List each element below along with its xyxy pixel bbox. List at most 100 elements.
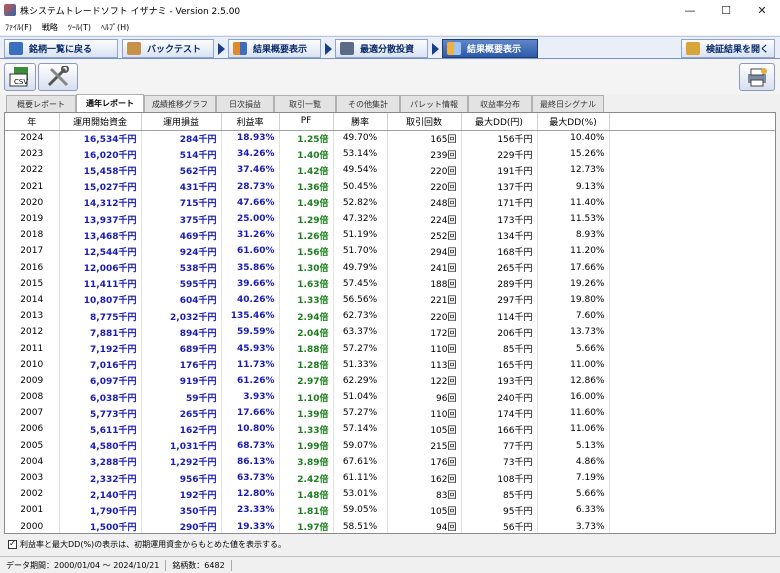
summary-button-2[interactable]: 結果概要表示	[442, 39, 538, 58]
table-row[interactable]: 2003 2,332千円 956千円 63.73% 2.42倍 61.11% 162回 108…	[5, 469, 775, 487]
table-cell: 220回	[387, 162, 462, 179]
table-row[interactable]: 2020 14,312千円 715千円 47.66% 1.49倍 52.82% 248回 17…	[5, 194, 775, 211]
table-row[interactable]: 2014 10,807千円 604千円 40.26% 1.33倍 56.56% 221回 29…	[5, 291, 775, 309]
table-row[interactable]: 2000 1,500千円 290千円 19.33% 1.97倍 58.51% 94回 56千円…	[5, 518, 775, 533]
table-cell	[609, 357, 775, 373]
table-row[interactable]: 2007 5,773千円 265千円 17.66% 1.39倍 57.27% 110回 174…	[5, 405, 775, 422]
tab-pallet-info[interactable]: パレット情報	[400, 95, 468, 112]
table-row[interactable]: 2005 4,580千円 1,031千円 68.73% 1.99倍 59.07% 215回 7…	[5, 437, 775, 454]
table-cell: 7.60%	[537, 308, 610, 325]
table-cell: 924千円	[141, 243, 222, 260]
table-cell: 2016	[5, 259, 60, 276]
table-cell: 113回	[387, 356, 462, 373]
summary-button-1[interactable]: 結果概要表示	[228, 39, 321, 58]
table-row[interactable]: 2021 15,027千円 431千円 28.73% 1.36倍 50.45% 220回 13…	[5, 178, 775, 195]
table-cell: 2008	[5, 389, 60, 406]
table-cell: 2004	[5, 453, 60, 470]
table-cell: 241回	[387, 259, 462, 276]
tab-other-stats[interactable]: その他集計	[336, 95, 400, 112]
table-row[interactable]: 2010 7,016千円 176千円 11.73% 1.28倍 51.33% 113回 165…	[5, 356, 775, 373]
table-row[interactable]: 2011 7,192千円 689千円 45.93% 1.88倍 57.27% 110回 85千…	[5, 340, 775, 357]
open-results-button[interactable]: 検証結果を開く	[681, 39, 775, 58]
table-cell: 206千円	[461, 324, 538, 341]
menu-file[interactable]: ﾌｧｲﾙ(F)	[0, 22, 37, 33]
table-cell: 2.94倍	[279, 308, 334, 325]
table-row[interactable]: 2009 6,097千円 919千円 61.26% 2.97倍 62.29% 122回 193…	[5, 372, 775, 389]
table-row[interactable]: 2018 13,468千円 469千円 31.26% 1.26倍 51.19% 252回 13…	[5, 227, 775, 244]
print-button[interactable]	[739, 63, 775, 91]
table-cell: 252回	[387, 227, 462, 244]
table-row[interactable]: 2012 7,881千円 894千円 59.59% 2.04倍 63.37% 172回 206…	[5, 324, 775, 341]
table-row[interactable]: 2013 8,775千円 2,032千円 135.46% 2.94倍 62.73% 220回…	[5, 308, 775, 325]
data-period: データ期間：2000/01/04 〜 2024/10/21	[0, 559, 167, 571]
maximize-button[interactable]: ☐	[708, 0, 744, 20]
settings-tools-button[interactable]	[38, 63, 78, 91]
table-cell: 2020	[5, 194, 60, 211]
table-cell: 16,534千円	[59, 130, 142, 147]
open-results-label: 検証結果を開く	[706, 45, 770, 55]
table-cell: 63.73%	[221, 469, 280, 487]
table-cell: 15,027千円	[59, 178, 142, 195]
tab-final-day-signal[interactable]: 最終日シグナル	[532, 95, 604, 112]
col-max-dd-yen[interactable]: 最大DD(円)	[461, 113, 538, 131]
tab-daily-pnl[interactable]: 日次損益	[216, 95, 274, 112]
table-cell: 1.25倍	[279, 130, 334, 147]
table-cell: 11.53%	[537, 210, 610, 228]
close-button[interactable]: ✕	[744, 0, 780, 20]
table-cell: 289千円	[461, 275, 538, 292]
table-row[interactable]: 2016 12,006千円 538千円 35.86% 1.30倍 49.79% 241回 26…	[5, 259, 775, 276]
tab-annual-report[interactable]: 通年レポート	[76, 94, 144, 112]
table-cell: 1.26倍	[279, 227, 334, 244]
tab-performance-graph[interactable]: 成績推移グラフ	[144, 95, 216, 112]
table-cell: 239回	[387, 146, 462, 163]
table-cell: 1.33倍	[279, 421, 334, 438]
table-row[interactable]: 2019 13,937千円 375千円 25.00% 1.29倍 47.32% 224回 17…	[5, 210, 775, 228]
tab-return-distribution[interactable]: 収益率分布	[468, 95, 532, 112]
col-pnl[interactable]: 運用損益	[141, 113, 222, 131]
menu-help[interactable]: ﾍﾙﾌﾟ(H)	[96, 22, 134, 33]
table-cell	[609, 130, 775, 146]
table-row[interactable]: 2015 11,411千円 595千円 39.66% 1.63倍 57.45% 188回 28…	[5, 275, 775, 292]
col-max-dd-pct[interactable]: 最大DD(%)	[537, 113, 610, 131]
table-cell: 2,140千円	[59, 486, 142, 503]
table-cell: 59.59%	[221, 324, 280, 341]
col-profit-rate[interactable]: 利益率	[221, 113, 280, 131]
col-win-rate[interactable]: 勝率	[333, 113, 388, 131]
col-trades[interactable]: 取引回数	[387, 113, 462, 131]
table-cell: 105回	[387, 421, 462, 438]
annual-report-table[interactable]: 年 運用開始資金 運用損益 利益率 PF 勝率 取引回数 最大DD(円) 最大D…	[4, 112, 776, 534]
table-row[interactable]: 2004 3,288千円 1,292千円 86.13% 3.89倍 67.61% 176回 7…	[5, 453, 775, 470]
table-cell: 2005	[5, 437, 60, 454]
table-row[interactable]: 2002 2,140千円 192千円 12.80% 1.48倍 53.01% 83回 85千円…	[5, 486, 775, 503]
table-cell: 59.05%	[333, 502, 388, 519]
display-option-checkbox[interactable]: ✓	[8, 539, 17, 549]
table-row[interactable]: 2001 1,790千円 350千円 23.33% 1.81倍 59.05% 105回 95千…	[5, 502, 775, 519]
table-cell: 47.32%	[333, 210, 388, 228]
table-cell: 1.81倍	[279, 502, 334, 519]
table-row[interactable]: 2024 16,534千円 284千円 18.93% 1.25倍 49.70% 165回 15…	[5, 130, 775, 147]
stock-list-back-button[interactable]: 銘柄一覧に戻る	[4, 39, 118, 58]
table-cell: 375千円	[141, 210, 222, 228]
table-row[interactable]: 2008 6,038千円 59千円 3.93% 1.10倍 51.04% 96回 240千円 1…	[5, 389, 775, 406]
table-row[interactable]: 2006 5,611千円 162千円 10.80% 1.33倍 57.14% 105回 166…	[5, 421, 775, 438]
minimize-button[interactable]: —	[672, 0, 708, 20]
csv-export-button[interactable]: CSV	[4, 63, 36, 91]
tab-overview-report[interactable]: 概要レポート	[6, 95, 76, 112]
tab-trade-list[interactable]: 取引一覧	[274, 95, 336, 112]
table-cell: 1,031千円	[141, 437, 222, 454]
col-start-capital[interactable]: 運用開始資金	[59, 113, 142, 131]
table-row[interactable]: 2017 12,544千円 924千円 61.60% 1.56倍 51.70% 294回 16…	[5, 243, 775, 260]
optimize-button[interactable]: 最適分散投資	[335, 39, 428, 58]
display-option-label: 利益率と最大DD(%)の表示は、初期運用資金からもとめた値を表示する。	[20, 539, 287, 549]
table-cell: 1.29倍	[279, 210, 334, 228]
col-year[interactable]: 年	[5, 113, 60, 131]
table-cell: 8.93%	[537, 227, 610, 244]
backtest-button[interactable]: バックテスト	[122, 39, 214, 58]
table-cell	[609, 454, 775, 470]
table-row[interactable]: 2023 16,020千円 514千円 34.26% 1.40倍 53.14% 239回 22…	[5, 146, 775, 163]
col-pf[interactable]: PF	[279, 113, 334, 131]
table-cell	[609, 195, 775, 211]
menu-strategy[interactable]: 戦略	[37, 22, 63, 33]
menu-tools[interactable]: ﾂｰﾙ(T)	[63, 22, 96, 33]
table-row[interactable]: 2022 15,458千円 562千円 37.46% 1.42倍 49.54% 220回 19…	[5, 162, 775, 179]
